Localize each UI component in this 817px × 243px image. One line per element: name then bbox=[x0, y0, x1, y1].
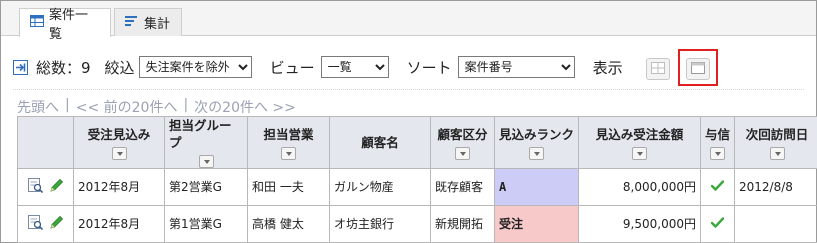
table-row: 2012年8月 第2営業G 和田 一夫 ガルン物産 既存顧客 A 8,000,0… bbox=[17, 168, 817, 206]
header-customer: 顧客名 bbox=[329, 116, 431, 169]
tab-case-list[interactable]: 案件一覧 bbox=[19, 8, 111, 42]
divider bbox=[13, 89, 804, 90]
cell-amount: 8,000,000円 bbox=[578, 168, 701, 206]
cell-category: 新規開拓 bbox=[430, 205, 495, 243]
table-row: 2012年8月 第1営業G 高橋 健太 オ坊主銀行 新規開拓 受注 9,500,… bbox=[17, 205, 817, 243]
header-label: 見込み受注金額 bbox=[595, 126, 684, 142]
filter-dropdown-icon[interactable] bbox=[281, 146, 296, 160]
pager-first[interactable]: 先頭へ bbox=[17, 97, 59, 117]
filter-select[interactable]: 失注案件を除外 bbox=[138, 56, 252, 78]
header-label: 担当営業 bbox=[263, 126, 314, 142]
display-label: 表示 bbox=[592, 58, 623, 77]
filter-dropdown-icon[interactable] bbox=[111, 146, 127, 160]
cell-credit bbox=[700, 205, 735, 243]
cell-rank: A bbox=[494, 168, 579, 206]
filter-dropdown-icon[interactable] bbox=[632, 146, 647, 160]
cell-next-visit bbox=[734, 205, 817, 243]
highlight-annotation bbox=[678, 49, 718, 86]
cell-group: 第1営業G bbox=[164, 205, 248, 243]
pager-separator: | bbox=[183, 97, 189, 113]
sort-label: ソート bbox=[406, 58, 452, 77]
cell-sales: 和田 一夫 bbox=[247, 168, 330, 206]
check-icon bbox=[710, 216, 725, 231]
tab-case-list-label: 案件一覧 bbox=[49, 8, 89, 42]
view-label: ビュー bbox=[269, 58, 315, 77]
header-label: 顧客区分 bbox=[437, 126, 488, 142]
table-icon bbox=[30, 15, 44, 31]
tab-summary[interactable]: 集計 bbox=[114, 8, 182, 36]
cell-sales: 高橋 健太 bbox=[247, 205, 330, 243]
header-ops bbox=[17, 116, 74, 169]
pager-prev[interactable]: << 前の20件へ bbox=[76, 97, 178, 117]
edit-pencil-icon[interactable] bbox=[49, 215, 64, 234]
sort-select[interactable]: 案件番号 bbox=[457, 56, 575, 78]
case-table: 受注見込み 担当グループ 担当営業 顧客名 顧客区分 見込みランク 見込み受注金… bbox=[17, 116, 817, 243]
view-toggle-grid[interactable] bbox=[646, 58, 670, 80]
check-icon bbox=[710, 179, 725, 194]
cell-customer: ガルン物産 bbox=[329, 168, 431, 206]
header-label: 受注見込み bbox=[87, 126, 151, 142]
pager-next[interactable]: 次の20件へ >> bbox=[194, 97, 296, 117]
total-count: 総数：9 bbox=[36, 58, 91, 77]
row-ops bbox=[17, 168, 74, 206]
edit-pencil-icon[interactable] bbox=[49, 178, 64, 197]
cell-next-visit: 2012/8/8 bbox=[734, 168, 817, 206]
cell-month: 2012年8月 bbox=[73, 168, 165, 206]
bar-chart-icon bbox=[125, 15, 139, 31]
cell-group: 第2営業G bbox=[164, 168, 248, 206]
view-detail-icon[interactable] bbox=[27, 214, 43, 234]
header-label: 顧客名 bbox=[361, 135, 399, 150]
filter-dropdown-icon[interactable] bbox=[455, 146, 470, 160]
pager-separator: | bbox=[65, 97, 70, 113]
header-expected-month: 受注見込み bbox=[73, 116, 165, 169]
view-select[interactable]: 一覧 bbox=[320, 56, 389, 78]
header-rank: 見込みランク bbox=[494, 116, 579, 169]
filter-dropdown-icon[interactable] bbox=[769, 146, 785, 160]
cell-category: 既存顧客 bbox=[430, 168, 495, 206]
header-label: 見込みランク bbox=[499, 126, 575, 142]
header-category: 顧客区分 bbox=[430, 116, 495, 169]
filter-label: 絞込 bbox=[104, 58, 135, 77]
cell-customer: オ坊主銀行 bbox=[329, 205, 431, 243]
tab-summary-label: 集計 bbox=[144, 17, 171, 32]
cell-rank: 受注 bbox=[494, 205, 579, 243]
tab-bar: 案件一覧 集計 bbox=[1, 1, 816, 42]
toolbar: 総数：9 絞込 失注案件を除外 ビュー 一覧 ソート 案件番号 表示 bbox=[13, 53, 623, 81]
table-header-row: 受注見込み 担当グループ 担当営業 顧客名 顧客区分 見込みランク 見込み受注金… bbox=[17, 116, 817, 169]
pager: 先頭へ | << 前の20件へ | 次の20件へ >> bbox=[17, 97, 296, 117]
header-sales: 担当営業 bbox=[247, 116, 330, 169]
export-icon[interactable] bbox=[13, 59, 28, 75]
grid-view-icon bbox=[651, 61, 665, 77]
app-frame: 案件一覧 集計 総数：9 絞込 失注案件を除外 ビュー 一覧 ソート 案件番号 … bbox=[0, 0, 817, 243]
header-amount: 見込み受注金額 bbox=[578, 116, 701, 169]
cell-month: 2012年8月 bbox=[73, 205, 165, 243]
cell-credit bbox=[700, 168, 735, 206]
filter-dropdown-icon[interactable] bbox=[198, 155, 214, 168]
row-ops bbox=[17, 205, 74, 243]
filter-dropdown-icon[interactable] bbox=[529, 146, 544, 160]
filter-dropdown-icon[interactable] bbox=[710, 146, 725, 160]
header-credit: 与信 bbox=[700, 116, 735, 169]
cell-amount: 9,500,000円 bbox=[578, 205, 701, 243]
view-detail-icon[interactable] bbox=[27, 177, 43, 197]
header-group: 担当グループ bbox=[164, 116, 248, 169]
header-next-visit: 次回訪問日 bbox=[734, 116, 817, 169]
header-label: 担当グループ bbox=[169, 118, 232, 150]
header-label: 次回訪問日 bbox=[745, 126, 809, 142]
header-label: 与信 bbox=[705, 126, 731, 142]
